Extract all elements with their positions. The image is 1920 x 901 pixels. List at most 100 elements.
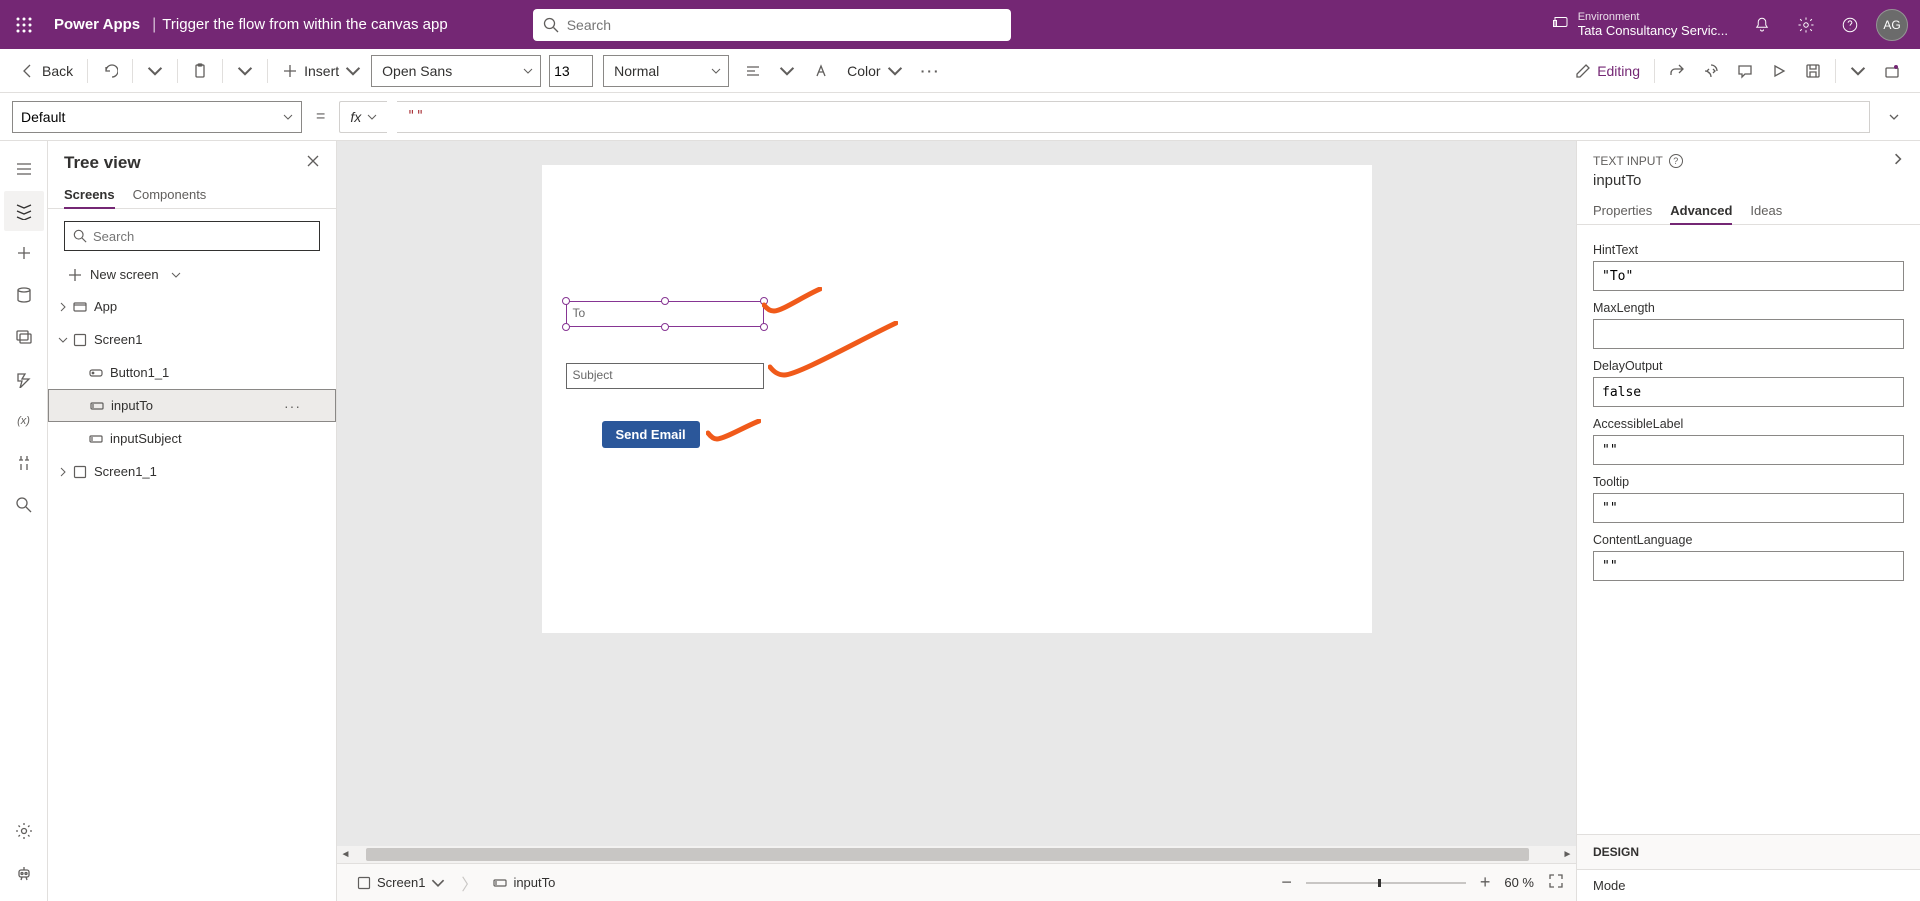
rail-settings[interactable] xyxy=(4,811,44,851)
formula-expand-button[interactable] xyxy=(1880,112,1908,122)
tree-node-button1_1[interactable]: Button1_1 xyxy=(48,356,336,389)
rail-media[interactable] xyxy=(4,317,44,357)
tree-node-inputSubject[interactable]: inputSubject xyxy=(48,422,336,455)
canvas-send-email-button[interactable]: Send Email xyxy=(602,421,700,448)
close-tree-button[interactable] xyxy=(306,154,320,173)
prop-input-hinttext[interactable] xyxy=(1593,261,1904,291)
product-name[interactable]: Power Apps xyxy=(48,16,146,33)
formula-bar: Default = fx xyxy=(0,93,1920,141)
breadcrumb-control[interactable]: inputTo xyxy=(485,872,563,893)
scroll-right-arrow[interactable]: ► xyxy=(1559,849,1576,860)
tree-node-inputTo[interactable]: inputTo ··· xyxy=(48,389,336,422)
share-button[interactable] xyxy=(1661,55,1693,87)
tree-node-screen1_1[interactable]: Screen1_1 xyxy=(48,455,336,488)
tab-ideas[interactable]: Ideas xyxy=(1750,197,1782,224)
chevron-right-icon xyxy=(58,302,68,312)
rail-tree-view[interactable] xyxy=(4,191,44,231)
global-search-input[interactable] xyxy=(567,17,1001,33)
canvas[interactable]: To Subject Send Email xyxy=(542,165,1372,633)
global-search[interactable] xyxy=(533,9,1011,41)
align-chevron[interactable] xyxy=(771,55,803,87)
rail-hamburger[interactable] xyxy=(4,149,44,189)
overflow-button[interactable]: ··· xyxy=(913,55,949,87)
font-weight-select[interactable] xyxy=(603,55,729,87)
app-launcher-icon[interactable] xyxy=(0,0,48,49)
tree-title: Tree view xyxy=(64,153,141,173)
tree-search-input[interactable] xyxy=(93,229,311,244)
zoom-slider[interactable] xyxy=(1306,882,1466,884)
environment-picker[interactable]: Environment Tata Consultancy Servic... xyxy=(1540,11,1740,38)
breadcrumb-screen[interactable]: Screen1 xyxy=(349,872,453,893)
rail-virtual-agent[interactable] xyxy=(4,853,44,893)
chevron-down-icon xyxy=(367,112,377,122)
text-input-icon xyxy=(89,398,105,414)
zoom-in-button[interactable]: + xyxy=(1480,872,1491,893)
help-icon[interactable]: ? xyxy=(1669,154,1683,168)
user-avatar[interactable]: AG xyxy=(1876,9,1908,41)
horizontal-scrollbar[interactable]: ◄ ► xyxy=(337,846,1576,863)
save-chevron[interactable] xyxy=(1842,55,1874,87)
rail-search[interactable] xyxy=(4,485,44,525)
section-design[interactable]: DESIGN xyxy=(1577,834,1920,870)
chevron-right-icon xyxy=(58,467,68,477)
tab-advanced[interactable]: Advanced xyxy=(1670,197,1732,224)
font-size-input[interactable] xyxy=(549,55,593,87)
prop-label-maxlength: MaxLength xyxy=(1593,301,1904,315)
rail-insert[interactable] xyxy=(4,233,44,273)
save-button[interactable] xyxy=(1797,55,1829,87)
prop-input-contentlanguage[interactable] xyxy=(1593,551,1904,581)
formula-input[interactable] xyxy=(397,101,1870,133)
rail-data[interactable] xyxy=(4,275,44,315)
rail-power-automate[interactable] xyxy=(4,359,44,399)
chevron-down-icon xyxy=(345,63,361,79)
tab-properties[interactable]: Properties xyxy=(1593,197,1652,224)
prop-input-accessiblelabel[interactable] xyxy=(1593,435,1904,465)
prop-label-hinttext: HintText xyxy=(1593,243,1904,257)
publish-button[interactable] xyxy=(1876,55,1908,87)
screen-icon xyxy=(72,332,88,348)
text-color-button[interactable] xyxy=(805,55,837,87)
paste-chevron[interactable] xyxy=(229,55,261,87)
undo-chevron[interactable] xyxy=(139,55,171,87)
environment-icon xyxy=(1552,13,1570,36)
chevron-down-icon xyxy=(431,876,445,890)
rail-advanced-tools[interactable] xyxy=(4,443,44,483)
align-button[interactable] xyxy=(737,55,769,87)
paste-button[interactable] xyxy=(184,55,216,87)
tab-components[interactable]: Components xyxy=(133,181,207,208)
fit-to-screen-button[interactable] xyxy=(1548,873,1564,892)
comments-button[interactable] xyxy=(1729,55,1761,87)
zoom-out-button[interactable]: − xyxy=(1281,872,1292,893)
back-button[interactable]: Back xyxy=(12,55,81,87)
new-screen-button[interactable]: New screen xyxy=(48,263,336,290)
prop-input-maxlength[interactable] xyxy=(1593,319,1904,349)
undo-button[interactable] xyxy=(94,55,126,87)
scroll-left-arrow[interactable]: ◄ xyxy=(337,849,354,860)
prop-input-delayoutput[interactable] xyxy=(1593,377,1904,407)
fill-color-button[interactable]: Color xyxy=(839,55,910,87)
app-filename: Trigger the flow from within the canvas … xyxy=(162,16,447,33)
prop-input-tooltip[interactable] xyxy=(1593,493,1904,523)
canvas-input-subject[interactable]: Subject xyxy=(566,363,764,389)
insert-button[interactable]: Insert xyxy=(274,55,369,87)
property-dropdown[interactable]: Default xyxy=(12,101,302,133)
button-icon xyxy=(88,365,104,381)
search-icon xyxy=(73,229,87,243)
tree-node-screen1[interactable]: Screen1 xyxy=(48,323,336,356)
font-select[interactable] xyxy=(371,55,541,87)
app-checker-button[interactable] xyxy=(1695,55,1727,87)
tab-screens[interactable]: Screens xyxy=(64,181,115,208)
collapse-panel-button[interactable] xyxy=(1892,153,1904,168)
editing-mode-button[interactable]: Editing xyxy=(1567,55,1648,87)
text-input-icon xyxy=(493,876,507,890)
help-icon[interactable] xyxy=(1828,0,1872,49)
preview-button[interactable] xyxy=(1763,55,1795,87)
selection-frame[interactable]: To xyxy=(566,301,764,327)
fx-button[interactable]: fx xyxy=(339,101,387,133)
rail-variables[interactable]: (x) xyxy=(4,401,44,441)
more-options-button[interactable]: ··· xyxy=(284,398,301,414)
tree-search[interactable] xyxy=(64,221,320,251)
settings-icon[interactable] xyxy=(1784,0,1828,49)
notifications-icon[interactable] xyxy=(1740,0,1784,49)
tree-node-app[interactable]: App xyxy=(48,290,336,323)
